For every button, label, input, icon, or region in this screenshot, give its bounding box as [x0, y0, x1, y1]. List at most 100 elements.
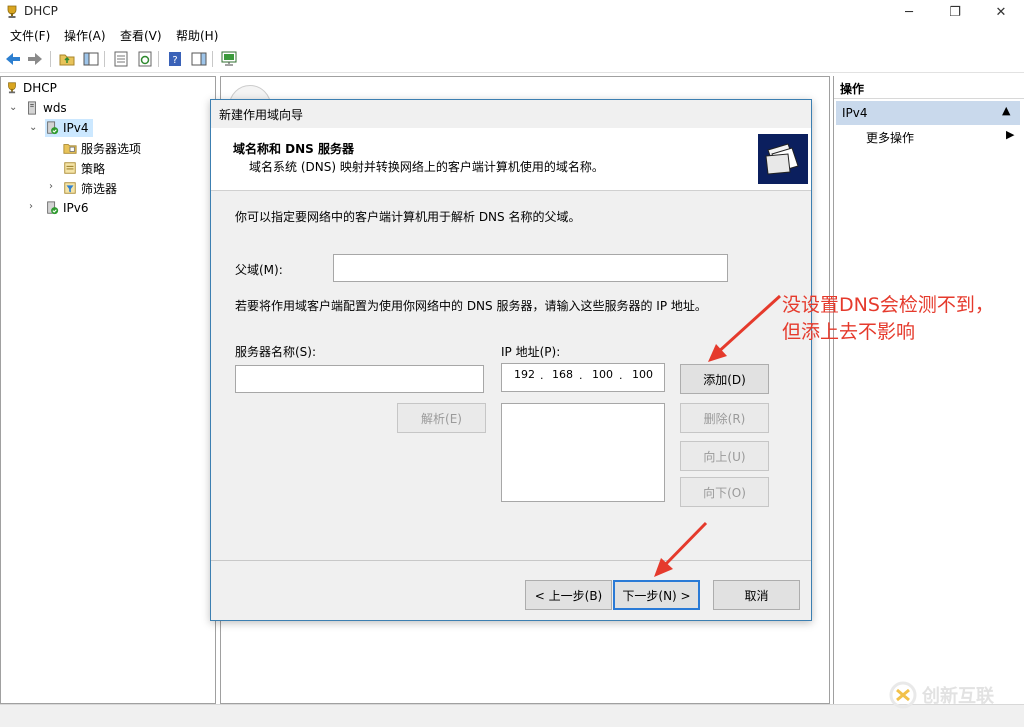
- remove-button[interactable]: 删除(R): [680, 403, 769, 433]
- policy-icon: [64, 162, 76, 174]
- ip-address-label: IP 地址(P):: [501, 345, 561, 359]
- ip-octet-1: 192: [514, 368, 535, 381]
- tree-label: IPv4: [63, 121, 89, 135]
- svg-text:?: ?: [172, 55, 177, 66]
- wizard-subheading: 域名系统 (DNS) 映射并转换网络上的客户端计算机使用的域名称。: [249, 160, 604, 174]
- dialog-title: 新建作用域向导: [219, 108, 304, 122]
- window-title: DHCP: [24, 4, 58, 18]
- server-name-label: 服务器名称(S):: [235, 345, 317, 359]
- back-arrow-icon[interactable]: [4, 50, 22, 68]
- action-pane-icon[interactable]: [190, 50, 208, 68]
- tree-item-filters[interactable]: 筛选器: [63, 179, 117, 197]
- tree-item-dhcp[interactable]: DHCP: [5, 79, 57, 97]
- wizard-folders-icon: [758, 134, 808, 184]
- intro-text: 你可以指定要网络中的客户端计算机用于解析 DNS 名称的父域。: [235, 210, 581, 224]
- tree-item-policies[interactable]: 策略: [63, 159, 105, 177]
- chevron-right-icon[interactable]: ›: [29, 201, 33, 212]
- filter-icon: [64, 182, 76, 194]
- options-folder-icon: [63, 144, 77, 154]
- actions-more-label: 更多操作: [866, 131, 915, 145]
- annotation-line-2: 但添上去不影响: [782, 321, 916, 343]
- toolbar-separator: [158, 51, 159, 67]
- chevron-down-icon[interactable]: ⌄: [29, 122, 37, 133]
- dhcp-trophy-icon: [7, 5, 17, 18]
- menu-view[interactable]: 查看(V): [120, 27, 162, 44]
- watermark-text: 创新互联: [922, 686, 994, 707]
- move-down-button[interactable]: 向下(O): [680, 477, 769, 507]
- tree-label: DHCP: [23, 81, 57, 95]
- resolve-button[interactable]: 解析(E): [397, 403, 486, 433]
- collapse-up-icon: ▲: [1002, 104, 1011, 117]
- tree-item-ipv6[interactable]: IPv6: [45, 199, 89, 217]
- actions-pane: 操作 IPv4 ▲ 更多操作 ▶: [833, 76, 1024, 704]
- title-bar: DHCP ─ ❐ ✕: [0, 0, 1024, 24]
- monitor-icon[interactable]: [220, 50, 238, 68]
- tree-label: IPv6: [63, 201, 89, 215]
- dhcp-trophy-icon: [8, 82, 16, 94]
- restore-icon: ❐: [949, 4, 961, 20]
- annotation-text: 没设置DNS会检测不到， 但添上去不影响: [782, 292, 1018, 346]
- up-folder-icon[interactable]: [58, 50, 76, 68]
- back-button[interactable]: < 上一步(B): [525, 580, 612, 610]
- minimize-icon: ─: [905, 4, 913, 20]
- watermark-logo-icon: [889, 681, 917, 709]
- menu-file[interactable]: 文件(F): [10, 27, 50, 44]
- toolbar-separator: [50, 51, 51, 67]
- tree-label: 筛选器: [81, 181, 118, 196]
- show-hide-tree-icon[interactable]: [82, 50, 100, 68]
- next-button[interactable]: 下一步(N) >: [613, 580, 700, 610]
- tree-item-server-options[interactable]: 服务器选项: [63, 139, 141, 157]
- tree-item-ipv4[interactable]: IPv4: [45, 119, 93, 137]
- watermark: 创新互联: [888, 680, 1022, 710]
- menu-help[interactable]: 帮助(H): [176, 27, 218, 44]
- ip-dot: .: [540, 369, 544, 382]
- close-button[interactable]: ✕: [978, 0, 1024, 24]
- actions-header: 操作: [834, 76, 1024, 99]
- server-icon: [28, 101, 36, 115]
- forward-arrow-icon[interactable]: [26, 50, 44, 68]
- new-scope-wizard-dialog: 新建作用域向导 域名称和 DNS 服务器 域名系统 (DNS) 映射并转换网络上…: [210, 99, 812, 621]
- actions-section-label: IPv4: [842, 106, 868, 120]
- dns-server-list[interactable]: [501, 403, 665, 502]
- wizard-heading: 域名称和 DNS 服务器: [233, 142, 355, 156]
- maximize-button[interactable]: ❐: [932, 0, 978, 24]
- add-button[interactable]: 添加(D): [680, 364, 769, 394]
- help-icon[interactable]: ?: [166, 50, 184, 68]
- toolbar-separator: [104, 51, 105, 67]
- parent-domain-input[interactable]: [333, 254, 728, 282]
- submenu-arrow-icon: ▶: [1006, 128, 1015, 141]
- ipv4-scope-icon: [47, 121, 59, 135]
- tree-label: 策略: [81, 161, 106, 176]
- ip-octet-2: 168: [552, 368, 573, 381]
- ipv6-scope-icon: [47, 201, 59, 215]
- wizard-header: 域名称和 DNS 服务器 域名系统 (DNS) 映射并转换网络上的客户端计算机使…: [211, 128, 811, 191]
- ip-address-input[interactable]: 192 . 168 . 100 . 100: [501, 363, 665, 392]
- dns-instruction-text: 若要将作用域客户端配置为使用你网络中的 DNS 服务器，请输入这些服务器的 IP…: [235, 299, 707, 313]
- tree-label: 服务器选项: [81, 141, 142, 156]
- actions-section-ipv4[interactable]: IPv4 ▲: [836, 101, 1020, 125]
- move-up-button[interactable]: 向上(U): [680, 441, 769, 471]
- close-icon: ✕: [995, 4, 1007, 20]
- ip-octet-4: 100: [632, 368, 653, 381]
- actions-header-label: 操作: [840, 82, 865, 96]
- properties-icon[interactable]: [112, 50, 130, 68]
- server-name-input[interactable]: [235, 365, 484, 393]
- annotation-line-1: 没设置DNS会检测不到，: [782, 294, 994, 316]
- tree-label: wds: [43, 101, 67, 115]
- ip-octet-3: 100: [592, 368, 613, 381]
- actions-more[interactable]: 更多操作 ▶: [836, 126, 1020, 148]
- parent-domain-label: 父域(M):: [235, 263, 283, 277]
- menu-action[interactable]: 操作(A): [64, 27, 106, 44]
- chevron-down-icon[interactable]: ⌄: [9, 102, 17, 113]
- tree-item-server[interactable]: wds: [25, 99, 67, 117]
- dialog-divider: [211, 560, 811, 561]
- chevron-right-icon[interactable]: ›: [49, 181, 53, 192]
- ip-dot: .: [619, 369, 623, 382]
- status-bar: [0, 704, 1024, 727]
- menu-bar: 文件(F) 操作(A) 查看(V) 帮助(H): [0, 24, 1024, 46]
- refresh-icon[interactable]: [136, 50, 154, 68]
- cancel-button[interactable]: 取消: [713, 580, 800, 610]
- console-tree: DHCP ⌄ wds ⌄ IPv4 服务器选项 策略 › 筛选器 › IPv6: [0, 76, 216, 704]
- ip-dot: .: [579, 369, 583, 382]
- minimize-button[interactable]: ─: [886, 0, 932, 24]
